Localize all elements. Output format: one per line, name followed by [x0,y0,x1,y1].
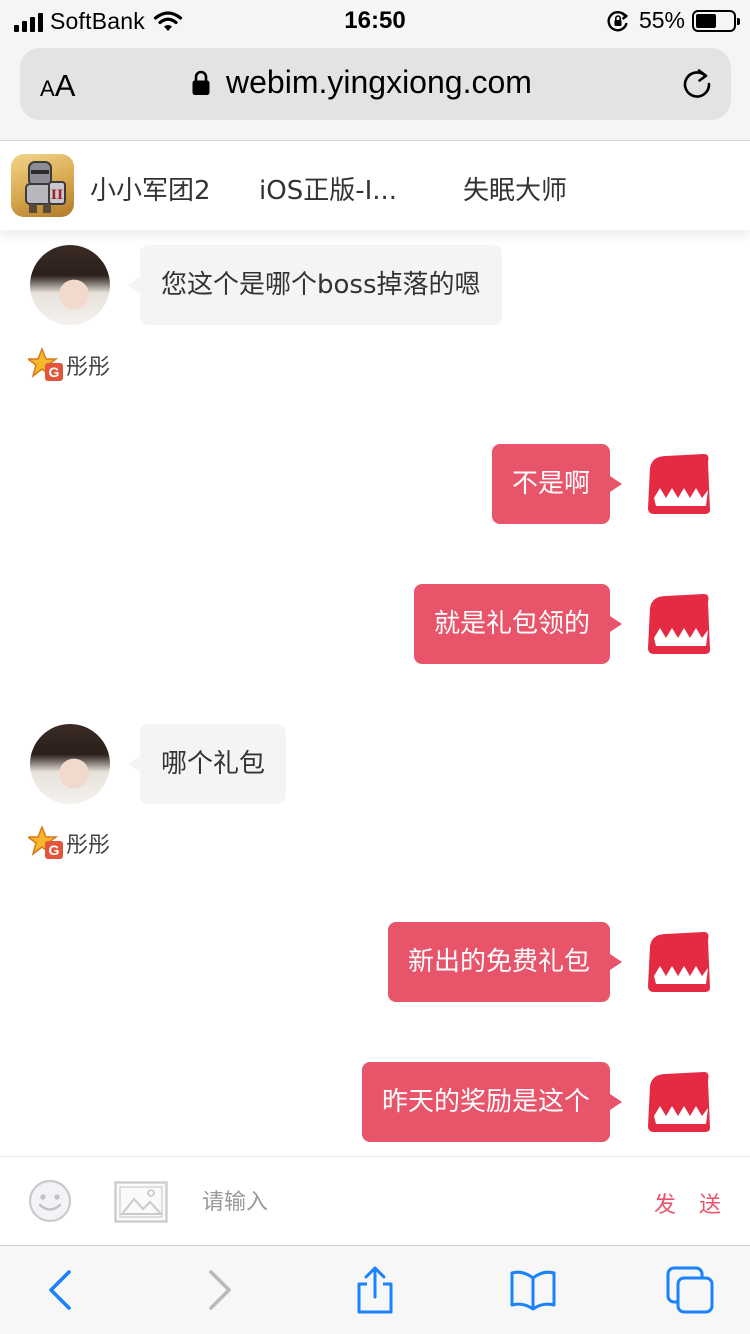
message-input[interactable] [202,1181,602,1223]
sender-tag: G 彤彤 [28,826,110,860]
game-tab-3[interactable]: 失眠大师 [463,170,567,207]
knight-icon: II [25,161,66,213]
message-bubble-right: 不是啊 [491,444,623,524]
reload-icon[interactable] [680,67,714,101]
message-bubble-right: 昨天的奖励是这个 [361,1062,623,1142]
message-input-bar: 发 送 [0,1156,750,1245]
game-tab-1[interactable]: 小小军团2 [90,170,211,207]
svg-text:G: G [49,364,60,380]
message-bubble-right: 就是礼包领的 [413,584,623,664]
back-icon[interactable] [38,1266,86,1314]
user-avatar[interactable] [30,724,110,804]
emoji-icon[interactable] [28,1179,72,1223]
svg-text:II: II [51,188,63,203]
bookmarks-icon[interactable] [509,1266,557,1314]
game-tab-2[interactable]: iOS正版-I... [259,170,409,207]
text-size-button[interactable]: AA [40,68,75,104]
share-icon[interactable] [351,1266,399,1314]
red-monster-avatar-icon[interactable] [644,928,714,998]
red-monster-avatar-icon[interactable] [644,450,714,520]
sender-name: 彤彤 [66,355,111,380]
url-text: webim.yingxiong.com [226,64,532,100]
battery-fill [696,13,716,28]
padlock-icon [192,70,210,95]
message-bubble-right: 新出的免费礼包 [387,922,623,1002]
tabs-icon[interactable] [666,1266,714,1314]
svg-text:G: G [49,842,60,858]
red-monster-avatar-icon[interactable] [644,1068,714,1138]
orientation-lock-icon [607,10,628,31]
user-avatar[interactable] [30,245,110,325]
status-right: 55% [607,7,740,34]
safari-toolbar [0,1245,750,1334]
url-field[interactable]: AA webim.yingxiong.com [20,48,731,120]
page: SoftBank 16:50 55% AA webim.yingxiong.co… [0,0,750,1334]
send-button[interactable]: 发 送 [654,1187,729,1219]
image-icon[interactable] [114,1181,168,1223]
vip-star-badge-icon: G [28,826,63,859]
message-bubble-left: 您这个是哪个boss掉落的嗯 [128,245,502,325]
sender-name: 彤彤 [66,833,111,858]
game-app-icon[interactable]: II [11,154,74,217]
vip-star-badge-icon: G [28,348,63,381]
message-bubble-left: 哪个礼包 [127,724,287,804]
sender-tag: G 彤彤 [28,348,110,382]
chat-messages: 您这个是哪个boss掉落的嗯 G 彤彤 不是啊 就是礼包领的 哪个礼包 G 彤彤… [0,230,750,1156]
battery-percent: 55% [638,7,685,33]
game-tabs-bar: II 小小军团2 iOS正版-I... 失眠大师 [0,141,750,230]
status-bar: SoftBank 16:50 55% [0,0,750,42]
safari-address-bar: AA webim.yingxiong.com [0,42,750,141]
red-monster-avatar-icon[interactable] [644,590,714,660]
battery-icon [692,9,740,32]
forward-icon[interactable] [194,1266,242,1314]
